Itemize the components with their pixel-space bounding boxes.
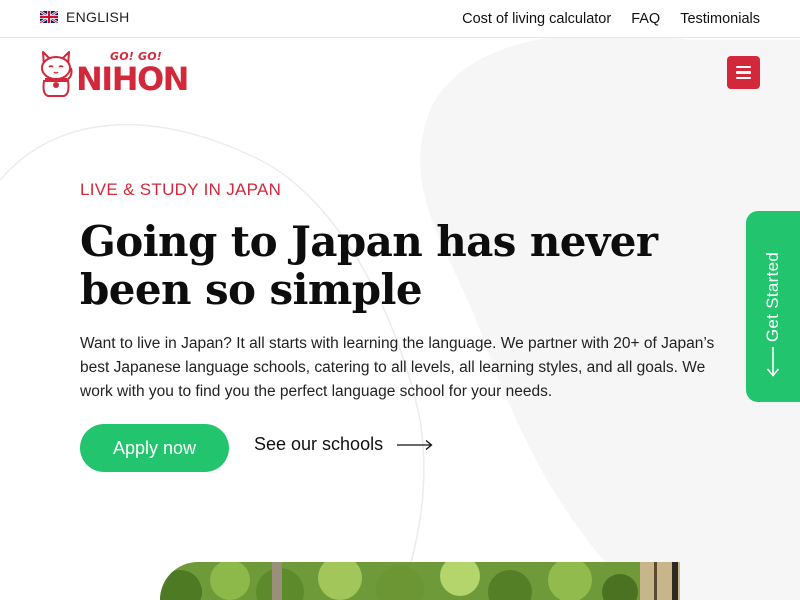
get-started-label: Get Started [763,251,782,343]
see-our-schools-label: See our schools [254,434,384,454]
logo-wordmark: GO! GO! NIHON [76,48,194,98]
logo-nihon-text: NIHON [76,60,189,98]
hero-description: Want to live in Japan? It all starts wit… [80,335,715,400]
menu-line [736,76,751,80]
testimonials-link[interactable]: Testimonials [680,11,760,27]
top-nav: Cost of living calculator FAQ Testimonia… [462,11,760,27]
hero-eyebrow: LIVE & STUDY IN JAPAN [80,180,282,199]
cost-of-living-link[interactable]: Cost of living calculator [462,11,611,27]
see-our-schools-link[interactable]: See our schools [254,434,433,455]
uk-flag-icon [40,11,58,23]
maneki-neko-cat-icon [41,51,73,97]
apply-now-button[interactable]: Apply now [80,424,229,472]
hero-photo [160,562,680,600]
language-selector[interactable]: ENGLISH [40,9,130,25]
hero-headline: Going to Japan has never been so simple [80,217,658,314]
menu-line [736,65,751,69]
top-bar: ENGLISH Cost of living calculator FAQ Te… [0,0,800,38]
site-logo[interactable]: GO! GO! NIHON [38,46,194,98]
get-started-tab[interactable]: Get Started [746,211,800,402]
menu-line [736,71,751,74]
hamburger-menu-icon[interactable] [727,56,760,89]
faq-link[interactable]: FAQ [631,11,660,27]
language-label: ENGLISH [66,9,130,25]
long-arrow-right-icon [397,439,433,450]
arrow-down-icon [766,347,780,377]
